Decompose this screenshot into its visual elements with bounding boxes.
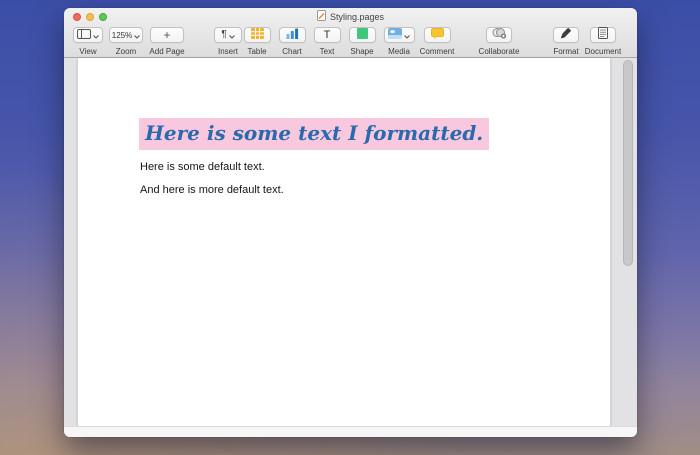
shape-icon bbox=[356, 26, 368, 44]
toolbar-label: Zoom bbox=[115, 47, 137, 56]
panel-layout-icon bbox=[77, 26, 91, 44]
plus-icon: + bbox=[163, 28, 171, 42]
paragraph-icon: ¶ bbox=[221, 29, 227, 40]
toolbar-label: Format bbox=[553, 47, 579, 56]
toolbar-button-view[interactable]: View bbox=[71, 26, 105, 56]
text-icon: T bbox=[323, 28, 331, 41]
toolbar-button-add-page[interactable]: + Add Page bbox=[149, 27, 185, 56]
toolbar-label: Media bbox=[388, 47, 410, 56]
toolbar-button-comment[interactable]: Comment bbox=[420, 26, 454, 56]
chevron-down-icon bbox=[93, 26, 99, 44]
toolbar-button-collaborate[interactable]: Collaborate bbox=[479, 26, 519, 56]
table-icon bbox=[250, 26, 264, 44]
collaborate-icon bbox=[491, 26, 507, 44]
toolbar-label: Text bbox=[319, 47, 335, 56]
titlebar: Styling.pages bbox=[64, 8, 637, 26]
pages-window: Styling.pages View 125% Zoom + Add Page … bbox=[64, 8, 637, 437]
formatted-text[interactable]: Here is some text I formatted. bbox=[139, 118, 490, 150]
paragraph[interactable]: Here is some default text. bbox=[140, 161, 265, 173]
bar-chart-icon bbox=[286, 26, 299, 44]
vertical-scrollbar[interactable] bbox=[623, 60, 633, 266]
format-brush-icon bbox=[560, 26, 572, 44]
document-page[interactable]: Here is some text I formatted. Here is s… bbox=[78, 58, 610, 426]
document-proxy-icon bbox=[316, 8, 326, 26]
toolbar-button-document[interactable]: Document bbox=[585, 26, 621, 56]
toolbar-button-media[interactable]: Media bbox=[382, 26, 416, 56]
window-bottom-strip bbox=[64, 426, 637, 437]
toolbar-label: Add Page bbox=[149, 47, 185, 56]
chevron-down-icon bbox=[228, 26, 235, 44]
toolbar-button-chart[interactable]: Chart bbox=[275, 26, 309, 56]
comment-icon bbox=[430, 26, 444, 44]
chevron-down-icon bbox=[134, 26, 141, 44]
toolbar-button-format[interactable]: Format bbox=[549, 26, 583, 56]
toolbar-label: Shape bbox=[350, 47, 374, 56]
window-title: Styling.pages bbox=[329, 12, 385, 22]
document-canvas: Here is some text I formatted. Here is s… bbox=[64, 58, 637, 437]
paragraph[interactable]: And here is more default text. bbox=[140, 184, 284, 196]
toolbar-label: Comment bbox=[419, 47, 455, 56]
toolbar-label: Document bbox=[584, 47, 622, 56]
toolbar-label: Insert bbox=[217, 47, 239, 56]
toolbar-button-table[interactable]: Table bbox=[240, 26, 274, 56]
toolbar-button-text[interactable]: T Text bbox=[310, 27, 344, 56]
zoom-value: 125% bbox=[111, 30, 133, 40]
document-icon bbox=[598, 26, 608, 44]
toolbar-label: Chart bbox=[282, 47, 302, 56]
toolbar-label: Collaborate bbox=[478, 47, 520, 56]
toolbar-label: Table bbox=[247, 47, 267, 56]
window-header: Styling.pages View 125% Zoom + Add Page … bbox=[64, 8, 637, 58]
media-icon bbox=[388, 26, 402, 44]
toolbar-button-shape[interactable]: Shape bbox=[345, 26, 379, 56]
toolbar-label: View bbox=[79, 47, 97, 56]
desktop-background: Styling.pages View 125% Zoom + Add Page … bbox=[0, 0, 700, 455]
toolbar-button-zoom[interactable]: 125% Zoom bbox=[109, 26, 143, 56]
chevron-down-icon bbox=[404, 26, 410, 44]
